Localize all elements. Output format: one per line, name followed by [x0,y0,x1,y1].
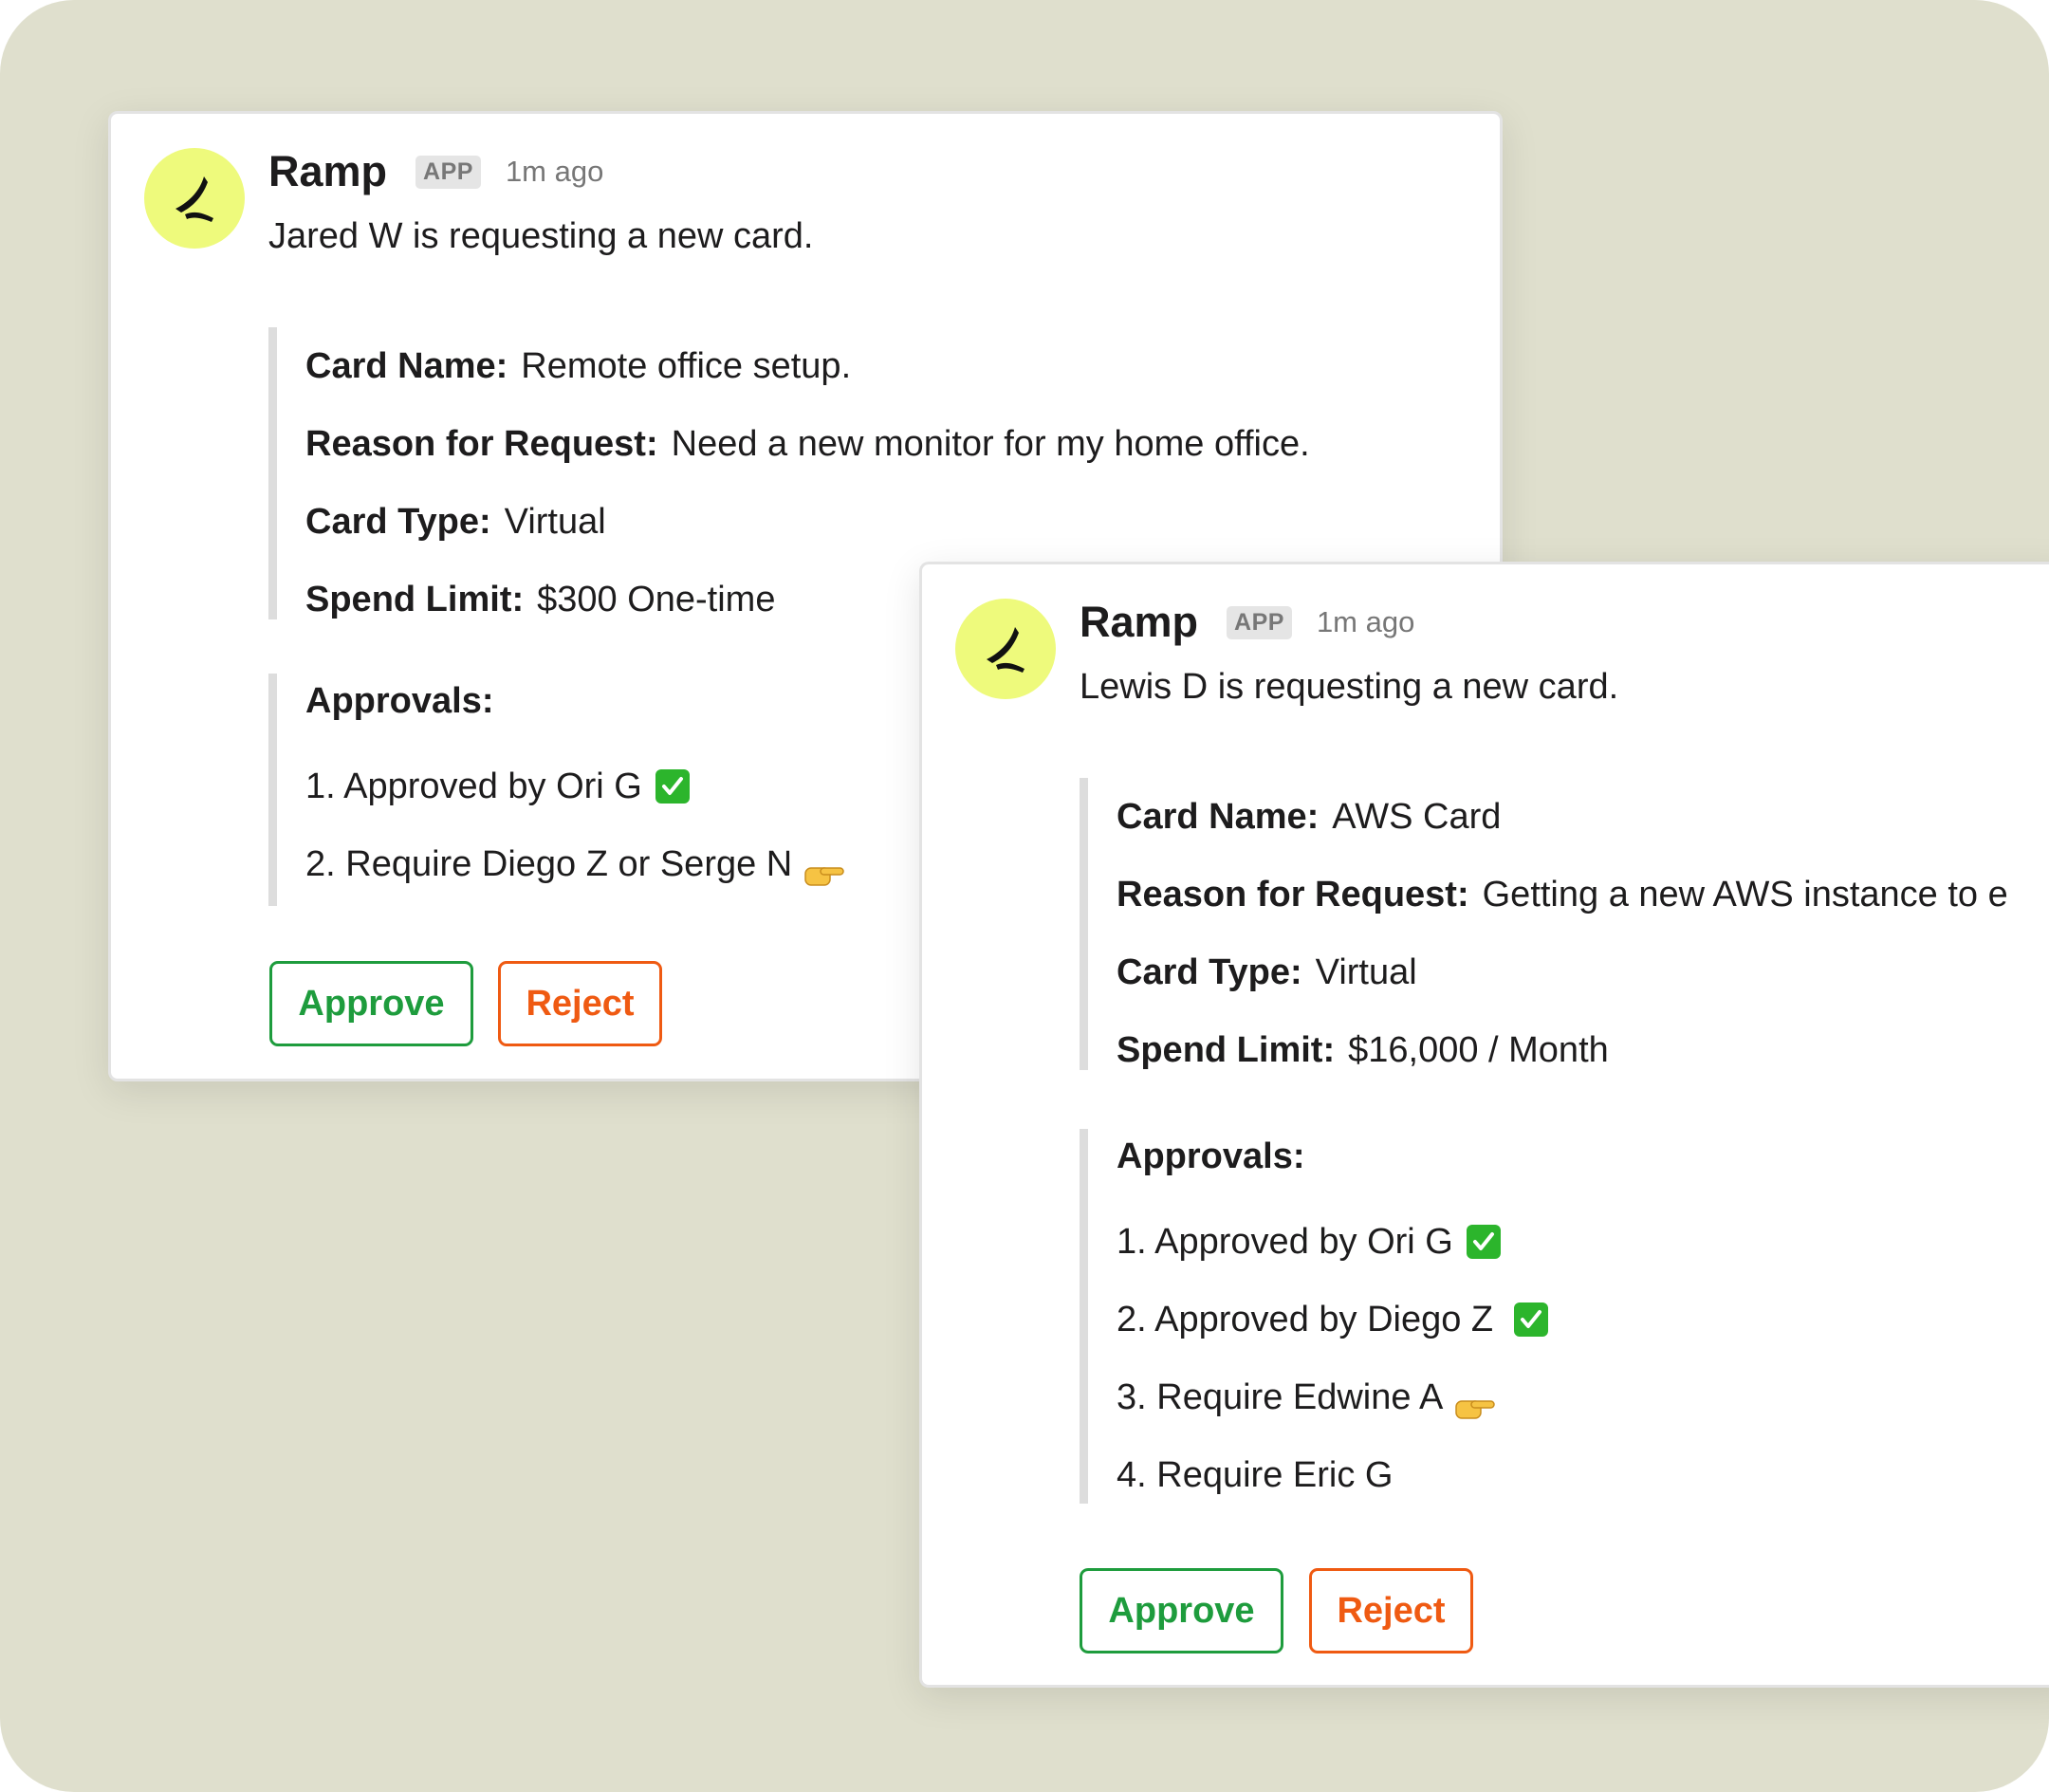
approval-item: 1. Approved by Ori G [305,748,845,825]
card-type-label: Card Type: [1117,952,1302,992]
app-name[interactable]: Ramp [268,147,387,196]
timestamp[interactable]: 1m ago [506,155,603,189]
spend-limit-value: $16,000 / Month [1348,1030,1609,1070]
approval-text: 1. Approved by Ori G [305,767,642,806]
pointing-hand-icon [803,850,845,886]
spend-limit-row: Spend Limit: $16,000 / Month [1117,1011,2008,1089]
spend-limit-value: $300 One-time [537,580,776,619]
approval-text: 2. Require Diego Z or Serge N [305,844,793,884]
card-name-row: Card Name: AWS Card [1117,778,2008,856]
approval-item: 2. Approved by Diego Z [1117,1281,1549,1358]
approvals-block: Approvals: 1. Approved by Ori G 2. Appro… [1080,1129,1549,1504]
card-type-label: Card Type: [305,502,491,542]
approval-text: 4. Require Eric G [1117,1455,1394,1495]
card-name-row: Card Name: Remote office setup. [305,327,1310,405]
reason-label: Reason for Request: [1117,875,1469,914]
app-badge: APP [415,155,481,189]
message-header: Ramp APP 1m ago [268,147,603,196]
ramp-logo-avatar[interactable] [144,148,245,249]
message-text: Lewis D is requesting a new card. [1080,667,1619,707]
message-header: Ramp APP 1m ago [1080,598,1414,647]
message-text: Jared W is requesting a new card. [268,216,814,256]
ramp-logo-icon [987,627,1024,673]
ramp-logo-icon [175,176,213,222]
approval-text: 1. Approved by Ori G [1117,1222,1453,1262]
spend-limit-label: Spend Limit: [1117,1030,1336,1070]
card-name-value: AWS Card [1332,797,1502,837]
check-icon [1466,1225,1501,1259]
app-badge: APP [1227,605,1292,639]
card-type-value: Virtual [1315,952,1417,992]
reason-label: Reason for Request: [305,424,658,464]
check-icon [1514,1302,1549,1337]
spend-limit-label: Spend Limit: [305,580,525,619]
approval-item: 3. Require Edwine A [1117,1358,1548,1436]
card-name-label: Card Name: [305,346,508,386]
reason-row: Reason for Request: Getting a new AWS in… [1117,856,2008,933]
approve-button[interactable]: Approve [269,961,473,1046]
card-details-block: Card Name: AWS Card Reason for Request: … [1080,778,2008,1070]
approval-item: 4. Require Eric G [1117,1436,1548,1514]
approve-button[interactable]: Approve [1080,1568,1283,1653]
reason-value: Getting a new AWS instance to e [1482,875,2008,914]
card-type-row: Card Type: Virtual [305,483,1310,561]
approval-text: 3. Require Edwine A [1117,1377,1444,1417]
approvals-title: Approvals: [305,681,494,721]
card-type-value: Virtual [504,502,606,542]
card-name-value: Remote office setup. [521,346,852,386]
approval-text: 2. Approved by Diego Z [1117,1300,1494,1339]
reason-row: Reason for Request: Need a new monitor f… [305,405,1310,483]
pointing-hand-icon [1454,1383,1496,1419]
approvals-block: Approvals: 1. Approved by Ori G 2. Requi… [268,674,845,906]
reason-value: Need a new monitor for my home office. [671,424,1310,464]
reject-button[interactable]: Reject [498,961,662,1046]
app-name[interactable]: Ramp [1080,598,1198,647]
approvals-title: Approvals: [1117,1136,1305,1176]
approval-item: 2. Require Diego Z or Serge N [305,825,845,903]
reject-button[interactable]: Reject [1309,1568,1473,1653]
card-name-label: Card Name: [1117,797,1320,837]
timestamp[interactable]: 1m ago [1317,605,1414,639]
card-type-row: Card Type: Virtual [1117,933,2008,1011]
check-icon [655,769,690,804]
ramp-logo-avatar[interactable] [955,599,1056,699]
approval-item: 1. Approved by Ori G [1117,1203,1548,1281]
request-card-lewis: Ramp APP 1m ago Lewis D is requesting a … [919,562,2049,1688]
